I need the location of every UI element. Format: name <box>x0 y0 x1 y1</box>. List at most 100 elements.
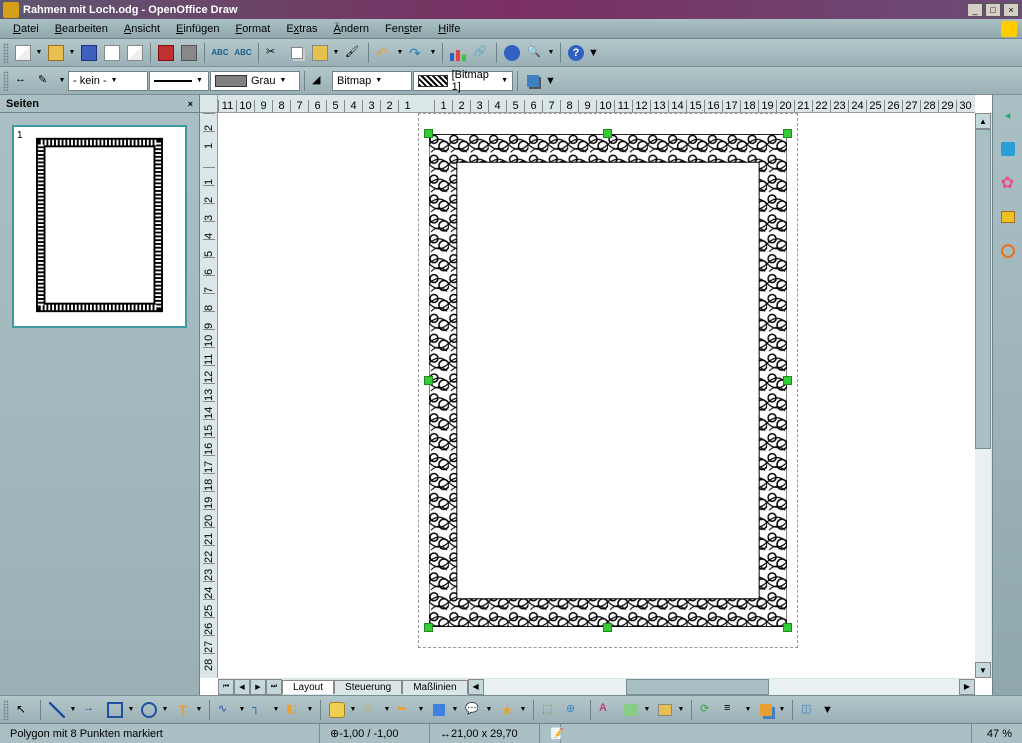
hyperlink-button[interactable]: 🔗 <box>470 42 492 64</box>
cut-button[interactable]: ✂ <box>263 42 285 64</box>
block-arrows-tool[interactable]: ⬅ <box>394 699 416 721</box>
toolbar2-overflow[interactable]: ▼ <box>545 75 556 87</box>
scroll-down-button[interactable]: ▼ <box>975 662 991 678</box>
connector-tool[interactable]: ┐ <box>249 699 271 721</box>
rotate-tool[interactable]: ⟳ <box>697 699 719 721</box>
gluepoints-tool[interactable]: ⊕ <box>563 699 585 721</box>
tab-masslinien[interactable]: Maßlinien <box>402 680 467 694</box>
export-pdf-button[interactable] <box>155 42 177 64</box>
line-dropdown[interactable]: ▼ <box>57 70 67 92</box>
line-style-select[interactable]: - kein -▼ <box>68 71 148 91</box>
close-button[interactable]: × <box>1003 3 1019 17</box>
open-dropdown[interactable]: ▼ <box>67 42 77 64</box>
menu-extras[interactable]: Extras <box>278 21 325 37</box>
basic-shapes-tool[interactable] <box>326 699 348 721</box>
points-tool[interactable]: ⬚ <box>539 699 561 721</box>
scroll-v-track[interactable] <box>975 129 991 662</box>
menu-einfuegen[interactable]: Einfügen <box>168 21 227 37</box>
extrusion-tool[interactable]: ◫ <box>798 699 820 721</box>
auto-spellcheck-button[interactable]: ABC <box>232 42 254 64</box>
fontwork-tool[interactable]: A <box>596 699 618 721</box>
tab-nav-next[interactable]: ▶ <box>250 679 266 695</box>
status-zoom[interactable]: 47 % <box>972 724 1022 743</box>
menu-datei[interactable]: Datei <box>5 21 47 37</box>
toolbar-handle[interactable] <box>3 700 9 720</box>
resize-handle-tl[interactable] <box>424 129 433 138</box>
tab-layout[interactable]: Layout <box>282 680 334 694</box>
menu-format[interactable]: Format <box>227 21 278 37</box>
resize-handle-tr[interactable] <box>783 129 792 138</box>
drawing-toolbar-overflow[interactable]: ▼ <box>822 704 833 716</box>
line-tool[interactable] <box>46 699 68 721</box>
tab-nav-prev[interactable]: ◀ <box>234 679 250 695</box>
ellipse-tool[interactable] <box>138 699 160 721</box>
copy-button[interactable] <box>286 42 308 64</box>
vertical-ruler[interactable]: 2112345678910111213141516171819202122232… <box>200 113 218 678</box>
star-tool[interactable]: ★ <box>496 699 518 721</box>
select-tool[interactable]: ↖ <box>13 699 35 721</box>
fill-bitmap-select[interactable]: [Bitmap 1]▼ <box>413 71 513 91</box>
gallery-icon[interactable]: ◂ <box>998 105 1018 125</box>
pages-icon[interactable] <box>998 139 1018 159</box>
callout-tool[interactable]: 💬 <box>462 699 484 721</box>
menu-fenster[interactable]: Fenster <box>377 21 430 37</box>
menu-aendern[interactable]: Ändern <box>326 21 377 37</box>
tab-nav-last[interactable]: ⏭ <box>266 679 282 695</box>
tab-nav-first[interactable]: ⏮ <box>218 679 234 695</box>
scroll-v-thumb[interactable] <box>975 129 991 449</box>
from-file-tool[interactable] <box>620 699 642 721</box>
toolbar-handle[interactable] <box>3 71 9 91</box>
resize-handle-mr[interactable] <box>783 376 792 385</box>
scroll-h-track[interactable] <box>484 679 959 695</box>
chart-button[interactable] <box>447 42 469 64</box>
new-doc-dropdown[interactable]: ▼ <box>34 42 44 64</box>
area-button[interactable]: ◢ <box>309 70 331 92</box>
status-signature[interactable]: 📝 <box>540 724 561 743</box>
toolbar-overflow[interactable]: ▼ <box>588 47 599 59</box>
mail-button[interactable] <box>101 42 123 64</box>
spellcheck-button[interactable]: ABC <box>209 42 231 64</box>
styles-icon[interactable]: ✿ <box>998 173 1018 193</box>
undo-dropdown[interactable]: ▼ <box>395 42 405 64</box>
canvas-viewport[interactable] <box>218 113 975 678</box>
3d-tool[interactable]: ◧ <box>283 699 305 721</box>
resize-handle-ml[interactable] <box>424 376 433 385</box>
ornate-frame-polygon[interactable] <box>429 134 787 627</box>
horizontal-ruler[interactable]: 1110987654321123456789101112131415161718… <box>218 95 975 113</box>
menu-ansicht[interactable]: Ansicht <box>116 21 168 37</box>
resize-handle-bl[interactable] <box>424 623 433 632</box>
text-tool[interactable]: T <box>172 699 194 721</box>
resize-handle-bc[interactable] <box>603 623 612 632</box>
resize-handle-tc[interactable] <box>603 129 612 138</box>
toolbar-handle[interactable] <box>3 43 9 63</box>
scroll-h-thumb[interactable] <box>626 679 769 695</box>
zoom-dropdown[interactable]: ▼ <box>546 42 556 64</box>
print-button[interactable] <box>178 42 200 64</box>
tab-steuerung[interactable]: Steuerung <box>334 680 402 694</box>
symbol-shapes-tool[interactable]: ☺ <box>360 699 382 721</box>
minimize-button[interactable]: _ <box>967 3 983 17</box>
flowchart-tool[interactable] <box>428 699 450 721</box>
new-doc-button[interactable] <box>12 42 34 64</box>
pages-panel-close-icon[interactable]: × <box>188 99 193 109</box>
redo-dropdown[interactable]: ▼ <box>428 42 438 64</box>
page-thumbnail[interactable]: 1 <box>12 125 187 328</box>
curve-tool[interactable]: ∿ <box>215 699 237 721</box>
shadow-button[interactable] <box>522 70 544 92</box>
line-color-select[interactable]: Grau▼ <box>210 71 300 91</box>
navigator-icon[interactable] <box>998 241 1018 261</box>
paste-dropdown[interactable]: ▼ <box>331 42 341 64</box>
selected-object[interactable] <box>429 134 787 627</box>
help-button[interactable]: ? <box>565 42 587 64</box>
fill-style-select[interactable]: Bitmap▼ <box>332 71 412 91</box>
arrow-line-tool[interactable]: → <box>80 699 102 721</box>
resize-handle-br[interactable] <box>783 623 792 632</box>
scroll-right-button[interactable]: ▶ <box>959 679 975 695</box>
maximize-button[interactable]: □ <box>985 3 1001 17</box>
drawing-page[interactable] <box>418 113 798 648</box>
open-button[interactable] <box>45 42 67 64</box>
save-button[interactable] <box>78 42 100 64</box>
paste-button[interactable] <box>309 42 331 64</box>
scroll-left-button[interactable]: ◀ <box>468 679 484 695</box>
edit-doc-button[interactable] <box>124 42 146 64</box>
